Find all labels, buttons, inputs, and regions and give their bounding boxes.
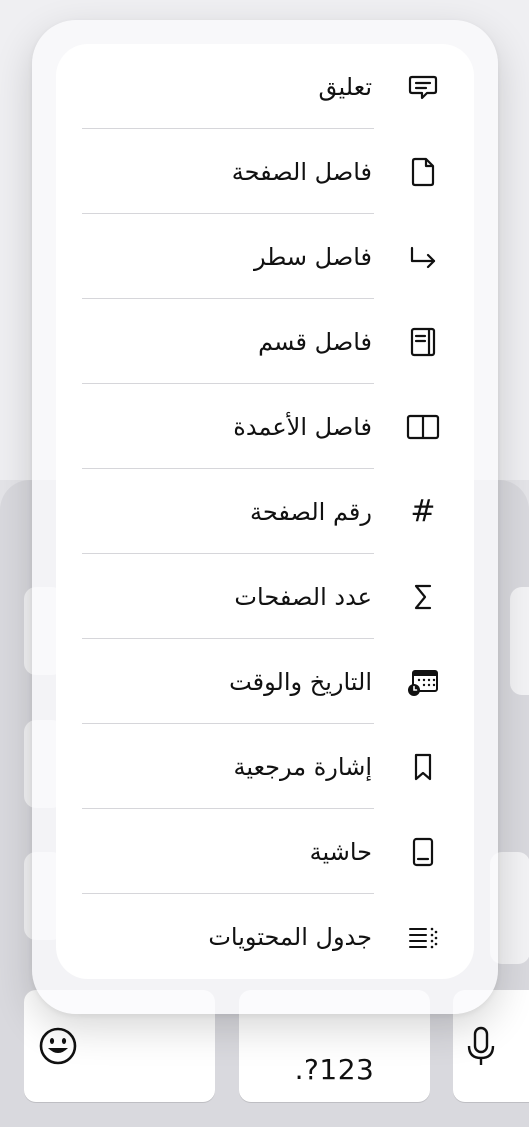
- menu-item-label: فاصل الصفحة: [231, 157, 372, 186]
- menu-item-label: فاصل قسم: [258, 327, 372, 356]
- calendar-clock-icon: [406, 665, 440, 699]
- emoji-icon: [39, 1027, 77, 1065]
- menu-item-comment[interactable]: تعليق: [56, 44, 474, 129]
- menu-item-section-break[interactable]: فاصل قسم: [56, 299, 474, 384]
- section-break-icon: [406, 325, 440, 359]
- menu-item-label: عدد الصفحات: [234, 582, 372, 611]
- numbers-key-label: .?123: [294, 1053, 375, 1086]
- sigma-icon: [406, 580, 440, 614]
- keyboard-key-hidden: [510, 587, 529, 695]
- bookmark-icon: [406, 750, 440, 784]
- toc-icon: [406, 920, 440, 954]
- menu-item-bookmark[interactable]: إشارة مرجعية: [56, 724, 474, 809]
- hash-icon: #: [406, 495, 440, 529]
- menu-item-label: جدول المحتويات: [208, 922, 372, 951]
- microphone-icon: [467, 1026, 495, 1065]
- menu-item-label: فاصل الأعمدة: [233, 412, 372, 441]
- menu-item-column-break[interactable]: فاصل الأعمدة: [56, 384, 474, 469]
- menu-item-label: حاشية: [309, 837, 372, 866]
- menu-item-label: تعليق: [318, 72, 372, 101]
- menu-item-footnote[interactable]: حاشية: [56, 809, 474, 894]
- comment-icon: [406, 70, 440, 104]
- menu-item-page-number[interactable]: رقم الصفحة #: [56, 469, 474, 554]
- menu-item-line-break[interactable]: فاصل سطر: [56, 214, 474, 299]
- menu-item-label: فاصل سطر: [253, 242, 372, 271]
- hash-glyph: #: [410, 493, 436, 529]
- page-break-icon: [406, 155, 440, 189]
- menu-item-page-break[interactable]: فاصل الصفحة: [56, 129, 474, 214]
- column-break-icon: [406, 410, 440, 444]
- menu-item-label: رقم الصفحة: [250, 497, 372, 526]
- footer-icon: [406, 835, 440, 869]
- menu-item-label: التاريخ والوقت: [229, 667, 372, 696]
- menu-item-page-count[interactable]: عدد الصفحات: [56, 554, 474, 639]
- menu-item-table-of-contents[interactable]: جدول المحتويات: [56, 894, 474, 979]
- line-break-icon: [406, 240, 440, 274]
- menu-item-label: إشارة مرجعية: [233, 752, 372, 781]
- insert-menu: تعليق فاصل الصفحة فاصل سطر فاصل قسم فاصل…: [56, 44, 474, 979]
- menu-item-date-time[interactable]: التاريخ والوقت: [56, 639, 474, 724]
